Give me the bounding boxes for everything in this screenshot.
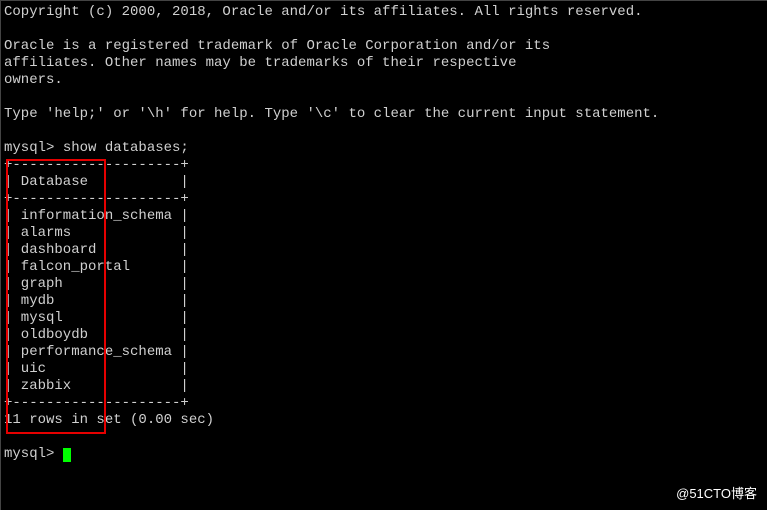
blank-line (4, 123, 767, 140)
table-row: | performance_schema | (4, 344, 767, 361)
cursor-icon (63, 448, 71, 462)
help-hint-line: Type 'help;' or '\h' for help. Type '\c'… (4, 106, 767, 123)
prompt-line[interactable]: mysql> (4, 446, 767, 463)
table-row: | oldboydb | (4, 327, 767, 344)
table-row: | information_schema | (4, 208, 767, 225)
trademark-line-3: owners. (4, 72, 767, 89)
table-header-row: | Database | (4, 174, 767, 191)
mysql-prompt: mysql> (4, 446, 63, 462)
table-border-bot: +--------------------+ (4, 395, 767, 412)
table-border-mid: +--------------------+ (4, 191, 767, 208)
mysql-prompt: mysql> (4, 140, 63, 156)
table-row: | falcon_portal | (4, 259, 767, 276)
table-border-top: +--------------------+ (4, 157, 767, 174)
table-row: | zabbix | (4, 378, 767, 395)
command-line: mysql> show databases; (4, 140, 767, 157)
table-row: | graph | (4, 276, 767, 293)
trademark-line-2: affiliates. Other names may be trademark… (4, 55, 767, 72)
table-row: | dashboard | (4, 242, 767, 259)
blank-line (4, 429, 767, 446)
terminal-output: Copyright (c) 2000, 2018, Oracle and/or … (4, 4, 767, 463)
trademark-line-1: Oracle is a registered trademark of Orac… (4, 38, 767, 55)
sql-command: show databases; (63, 140, 189, 156)
table-row: | alarms | (4, 225, 767, 242)
blank-line (4, 21, 767, 38)
table-row: | mydb | (4, 293, 767, 310)
table-row: | uic | (4, 361, 767, 378)
blank-line (4, 89, 767, 106)
result-summary: 11 rows in set (0.00 sec) (4, 412, 767, 429)
table-row: | mysql | (4, 310, 767, 327)
watermark-label: @51CTO博客 (676, 483, 757, 502)
copyright-line: Copyright (c) 2000, 2018, Oracle and/or … (4, 4, 767, 21)
